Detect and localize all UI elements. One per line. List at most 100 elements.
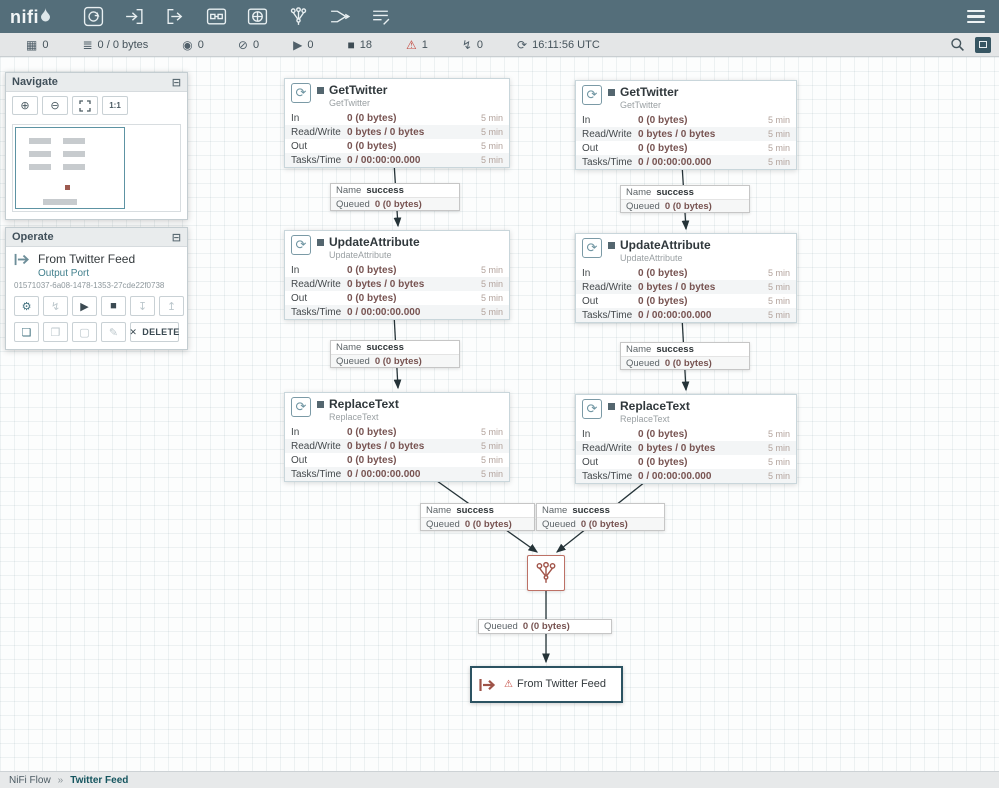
- logo-text: nifi: [10, 6, 39, 28]
- stat-row-out: Out 0 (0 bytes) 5 min: [285, 139, 509, 153]
- output-port-toolbar-icon[interactable]: [163, 6, 187, 28]
- zoom-in-button[interactable]: [12, 96, 38, 115]
- connection-name-value: success: [456, 505, 494, 516]
- collapse-navigate-icon[interactable]: [172, 76, 181, 89]
- connection-name-key: Name: [336, 185, 361, 196]
- connection-name-value: success: [656, 187, 694, 198]
- processor-type-icon: [582, 399, 602, 419]
- collapse-operate-icon[interactable]: [172, 231, 181, 244]
- global-menu-icon[interactable]: [963, 6, 989, 28]
- fill-color-button[interactable]: [101, 322, 126, 342]
- stopped-state-icon: [317, 87, 324, 94]
- paste-button[interactable]: [43, 322, 68, 342]
- processor-type: ReplaceText: [620, 414, 690, 424]
- stat-window: 5 min: [768, 457, 790, 467]
- remote-process-group-icon[interactable]: [245, 6, 269, 28]
- minimap-selected-node: [65, 185, 70, 190]
- processor-name: ReplaceText: [329, 397, 399, 411]
- funnel-icon: [534, 561, 558, 585]
- minimap-node: [63, 164, 85, 170]
- connection-label[interactable]: Name success Queued 0 (0 bytes): [330, 340, 460, 368]
- processor-header: UpdateAttribute UpdateAttribute: [576, 234, 796, 266]
- input-port-icon[interactable]: [122, 6, 146, 28]
- delete-button[interactable]: DELETE: [130, 322, 179, 342]
- group-button[interactable]: [72, 322, 97, 342]
- connection-name-key: Name: [426, 505, 451, 516]
- minimap[interactable]: [12, 124, 181, 212]
- delete-label: DELETE: [142, 327, 179, 337]
- processor-node[interactable]: GetTwitter GetTwitter In 0 (0 bytes) 5 m…: [284, 78, 510, 168]
- stat-window: 5 min: [481, 141, 503, 151]
- disabled-count: 0: [477, 39, 483, 51]
- connection-label[interactable]: Name success Queued 0 (0 bytes): [620, 185, 750, 213]
- start-icon: [80, 300, 88, 313]
- stat-label: Out: [291, 141, 347, 152]
- connection-label[interactable]: Name success Queued 0 (0 bytes): [330, 183, 460, 211]
- stat-value: 0 bytes / 0 bytes: [347, 127, 424, 138]
- start-button[interactable]: [72, 296, 97, 316]
- stat-value: 0 (0 bytes): [347, 113, 396, 124]
- output-port-node[interactable]: From Twitter Feed: [470, 666, 623, 703]
- connection-queued-key: Queued: [626, 201, 660, 212]
- stat-value: 0 (0 bytes): [638, 429, 687, 440]
- configure-button[interactable]: [14, 296, 39, 316]
- stat-row-readwrite: Read/Write 0 bytes / 0 bytes 5 min: [285, 277, 509, 291]
- search-icon[interactable]: [950, 37, 965, 52]
- breadcrumb-current[interactable]: Twitter Feed: [70, 775, 128, 786]
- connection-name-key: Name: [626, 344, 651, 355]
- stat-label: Read/Write: [582, 282, 638, 293]
- connection-name-value: success: [656, 344, 694, 355]
- connection-label[interactable]: Name success Queued 0 (0 bytes): [620, 342, 750, 370]
- connection-label[interactable]: Name success Queued 0 (0 bytes): [420, 503, 535, 531]
- flow-canvas[interactable]: GetTwitter GetTwitter In 0 (0 bytes) 5 m…: [0, 57, 999, 771]
- label-icon[interactable]: [368, 6, 392, 28]
- copy-button[interactable]: [14, 322, 39, 342]
- connection-name-key: Name: [542, 505, 567, 516]
- connection-queued-value: 0 (0 bytes): [375, 199, 422, 210]
- zoom-actual-button[interactable]: 1:1: [102, 96, 128, 115]
- processor-node[interactable]: ReplaceText ReplaceText In 0 (0 bytes) 5…: [284, 392, 510, 482]
- processor-name: UpdateAttribute: [620, 238, 711, 252]
- stop-button[interactable]: [101, 296, 126, 316]
- stopped-state-icon: [608, 242, 615, 249]
- processor-node[interactable]: ReplaceText ReplaceText In 0 (0 bytes) 5…: [575, 394, 797, 484]
- stat-window: 5 min: [481, 427, 503, 437]
- queued-label[interactable]: Queued 0 (0 bytes): [478, 619, 612, 634]
- process-group-icon[interactable]: [204, 6, 228, 28]
- processor-name: UpdateAttribute: [329, 235, 420, 249]
- stat-window: 5 min: [768, 115, 790, 125]
- processor-node[interactable]: UpdateAttribute UpdateAttribute In 0 (0 …: [284, 230, 510, 320]
- stat-label: In: [291, 113, 347, 124]
- refresh-status[interactable]: 16:11:56 UTC: [517, 39, 600, 51]
- stat-row-tasks: Tasks/Time 0 / 00:00:00.000 5 min: [285, 305, 509, 319]
- processor-node[interactable]: UpdateAttribute UpdateAttribute In 0 (0 …: [575, 233, 797, 323]
- funnel-node[interactable]: [527, 555, 565, 591]
- paste-icon: [51, 326, 61, 339]
- zoom-out-button[interactable]: [42, 96, 68, 115]
- processor-type-icon: [582, 238, 602, 258]
- enable-button[interactable]: [43, 296, 68, 316]
- minimap-node: [43, 199, 77, 205]
- stat-value: 0 / 00:00:00.000: [638, 157, 711, 168]
- connection-queued-key: Queued: [542, 519, 576, 530]
- processor-icon[interactable]: [81, 6, 105, 28]
- processor-type-icon: [291, 397, 311, 417]
- stat-label: Read/Write: [291, 279, 347, 290]
- stat-row-out: Out 0 (0 bytes) 5 min: [285, 291, 509, 305]
- template-icon[interactable]: [327, 6, 351, 28]
- navigate-title: Navigate: [12, 76, 58, 88]
- navigate-panel: Navigate 1:1: [5, 72, 188, 220]
- stopped-state-icon: [317, 239, 324, 246]
- stat-label: Read/Write: [291, 127, 347, 138]
- funnel-toolbar-icon[interactable]: [286, 6, 310, 28]
- panel-toggle-icon[interactable]: [975, 37, 991, 53]
- processor-node[interactable]: GetTwitter GetTwitter In 0 (0 bytes) 5 m…: [575, 80, 797, 170]
- copy-icon: [22, 326, 32, 339]
- breadcrumb-root[interactable]: NiFi Flow: [9, 775, 51, 786]
- upload-template-button[interactable]: [159, 296, 184, 316]
- stat-row-out: Out 0 (0 bytes) 5 min: [576, 294, 796, 308]
- connection-label[interactable]: Name success Queued 0 (0 bytes): [536, 503, 665, 531]
- create-template-button[interactable]: [130, 296, 155, 316]
- stat-value: 0 (0 bytes): [638, 296, 687, 307]
- zoom-fit-button[interactable]: [72, 96, 98, 115]
